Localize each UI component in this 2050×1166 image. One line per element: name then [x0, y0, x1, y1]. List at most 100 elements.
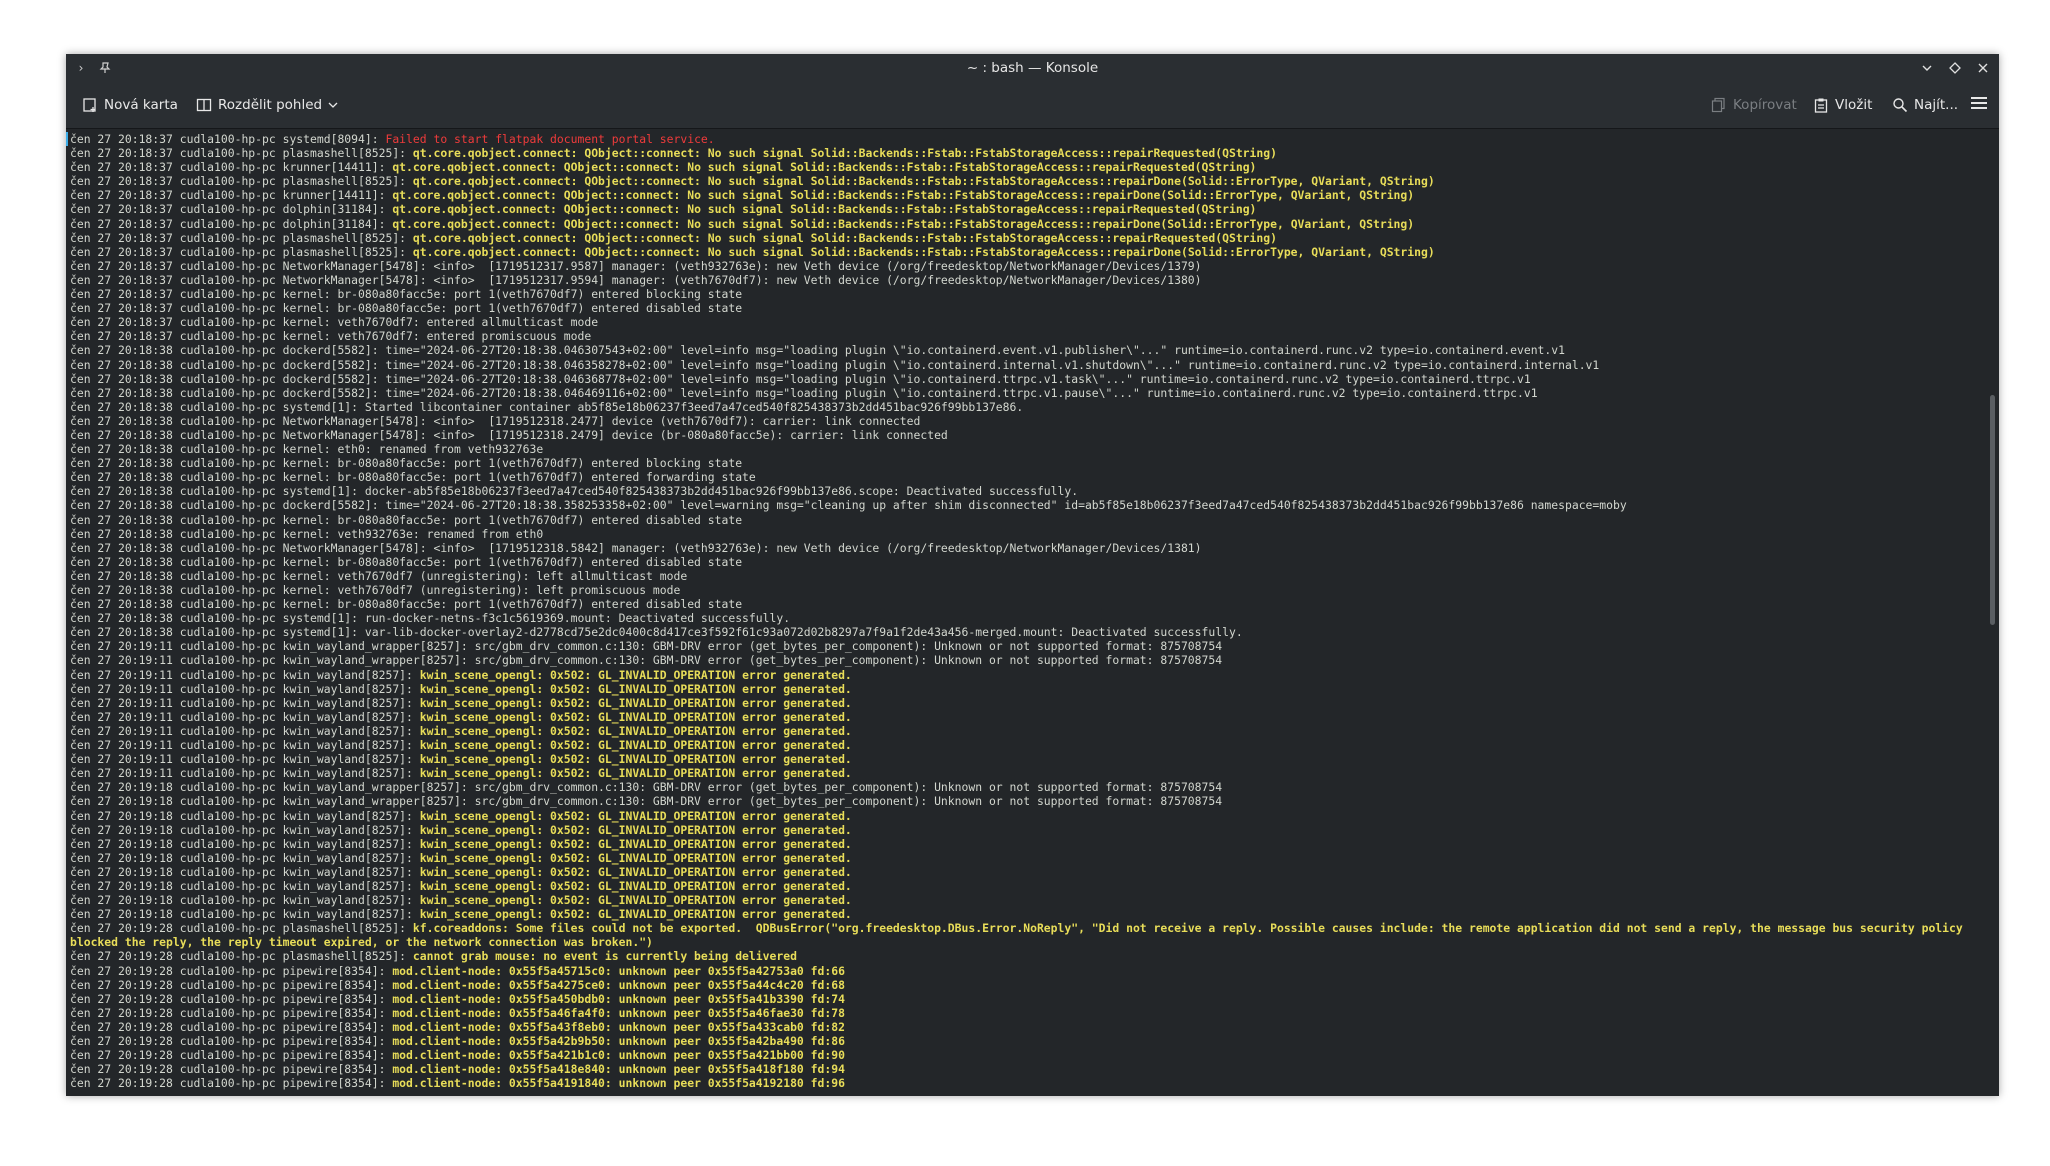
- log-line-prefix: čen 27 20:19:11 cudla100-hp-pc kwin_wayl…: [70, 709, 420, 724]
- log-line: čen 27 20:18:38 cudla100-hp-pc NetworkMa…: [70, 414, 1975, 428]
- log-line-message: qt.core.qobject.connect: QObject::connec…: [392, 216, 1415, 231]
- log-line-message: kwin_scene_opengl: 0x502: GL_INVALID_OPE…: [419, 850, 852, 865]
- split-view-button[interactable]: Rozdělit pohled: [196, 94, 338, 116]
- log-line: čen 27 20:19:11 cudla100-hp-pc kwin_wayl…: [70, 668, 1975, 682]
- search-icon: [1892, 97, 1908, 113]
- paste-button[interactable]: Vložit: [1813, 94, 1872, 116]
- log-line: čen 27 20:18:37 cudla100-hp-pc systemd[8…: [70, 132, 1975, 146]
- log-line: čen 27 20:18:38 cudla100-hp-pc kernel: b…: [70, 456, 1975, 470]
- scrollbar[interactable]: [1987, 129, 1997, 1096]
- log-line-prefix: čen 27 20:19:18 cudla100-hp-pc kwin_wayl…: [70, 893, 420, 908]
- log-line: čen 27 20:19:18 cudla100-hp-pc kwin_wayl…: [70, 879, 1975, 893]
- log-line: čen 27 20:19:11 cudla100-hp-pc kwin_wayl…: [70, 653, 1975, 667]
- log-line: čen 27 20:19:11 cudla100-hp-pc kwin_wayl…: [70, 696, 1975, 710]
- split-view-icon: [196, 97, 212, 113]
- log-line: čen 27 20:19:18 cudla100-hp-pc kwin_wayl…: [70, 893, 1975, 907]
- log-line: čen 27 20:19:28 cudla100-hp-pc pipewire[…: [70, 1034, 1975, 1048]
- log-line-message: kwin_scene_opengl: 0x502: GL_INVALID_OPE…: [419, 752, 852, 767]
- terminal-output[interactable]: čen 27 20:18:37 cudla100-hp-pc systemd[8…: [66, 129, 1999, 1096]
- log-line: čen 27 20:19:28 cudla100-hp-pc pipewire[…: [70, 992, 1975, 1006]
- log-line-prefix: čen 27 20:19:11 cudla100-hp-pc kwin_wayl…: [70, 667, 420, 682]
- log-line-message: kwin_scene_opengl: 0x502: GL_INVALID_OPE…: [419, 864, 852, 879]
- diamond-icon: [1949, 62, 1961, 74]
- log-line: čen 27 20:18:38 cudla100-hp-pc dockerd[5…: [70, 498, 1975, 512]
- log-line: čen 27 20:18:38 cudla100-hp-pc systemd[1…: [70, 400, 1975, 414]
- log-line: čen 27 20:19:11 cudla100-hp-pc kwin_wayl…: [70, 752, 1975, 766]
- log-line-prefix: čen 27 20:19:18 cudla100-hp-pc kwin_wayl…: [70, 780, 1223, 795]
- log-line: čen 27 20:18:38 cudla100-hp-pc dockerd[5…: [70, 386, 1975, 400]
- log-line-prefix: čen 27 20:19:28 cudla100-hp-pc pipewire[…: [70, 1005, 393, 1020]
- log-line: čen 27 20:18:37 cudla100-hp-pc krunner[1…: [70, 160, 1975, 174]
- log-line-prefix: čen 27 20:18:37 cudla100-hp-pc kernel: v…: [70, 329, 592, 344]
- log-line-message: mod.client-node: 0x55f5a45715c0: unknown…: [392, 963, 845, 978]
- close-button[interactable]: [1973, 58, 1993, 78]
- log-line: čen 27 20:19:18 cudla100-hp-pc kwin_wayl…: [70, 823, 1975, 837]
- log-line: čen 27 20:19:18 cudla100-hp-pc kwin_wayl…: [70, 865, 1975, 879]
- log-line-prefix: čen 27 20:19:11 cudla100-hp-pc kwin_wayl…: [70, 695, 420, 710]
- log-line: čen 27 20:19:28 cudla100-hp-pc pipewire[…: [70, 1020, 1975, 1034]
- log-line-prefix: čen 27 20:18:37 cudla100-hp-pc krunner[1…: [70, 188, 393, 203]
- log-line-message: cannot grab mouse: no event is currently…: [412, 949, 797, 964]
- log-line-message: kwin_scene_opengl: 0x502: GL_INVALID_OPE…: [419, 907, 852, 922]
- log-line-message: qt.core.qobject.connect: QObject::connec…: [412, 174, 1435, 189]
- log-line: čen 27 20:19:11 cudla100-hp-pc kwin_wayl…: [70, 639, 1975, 653]
- maximize-button[interactable]: [1945, 58, 1965, 78]
- log-output: čen 27 20:18:37 cudla100-hp-pc systemd[8…: [70, 132, 1975, 1090]
- log-line-message: kwin_scene_opengl: 0x502: GL_INVALID_OPE…: [419, 709, 852, 724]
- find-button[interactable]: Najít...: [1892, 94, 1958, 116]
- log-line-message: mod.client-node: 0x55f5a418e840: unknown…: [392, 1062, 845, 1077]
- log-line-message: kwin_scene_opengl: 0x502: GL_INVALID_OPE…: [419, 695, 852, 710]
- log-line: čen 27 20:19:28 cudla100-hp-pc plasmashe…: [70, 921, 1975, 949]
- log-line-prefix: čen 27 20:18:38 cudla100-hp-pc NetworkMa…: [70, 540, 1202, 555]
- log-line-prefix: čen 27 20:19:18 cudla100-hp-pc kwin_wayl…: [70, 878, 420, 893]
- log-line-prefix: čen 27 20:19:28 cudla100-hp-pc pipewire[…: [70, 1019, 393, 1034]
- log-line: čen 27 20:19:28 cudla100-hp-pc pipewire[…: [70, 1048, 1975, 1062]
- log-line: čen 27 20:18:37 cudla100-hp-pc kernel: b…: [70, 301, 1975, 315]
- log-line: čen 27 20:18:38 cudla100-hp-pc kernel: v…: [70, 569, 1975, 583]
- scrollbar-thumb[interactable]: [1990, 395, 1995, 625]
- log-line: čen 27 20:18:38 cudla100-hp-pc systemd[1…: [70, 625, 1975, 639]
- log-line-prefix: čen 27 20:19:28 cudla100-hp-pc plasmashe…: [70, 921, 413, 936]
- copy-button[interactable]: Kopírovat: [1711, 94, 1797, 116]
- title-bar[interactable]: › ~ : bash — Konsole: [66, 54, 1999, 82]
- log-line-prefix: čen 27 20:18:38 cudla100-hp-pc systemd[1…: [70, 484, 1079, 499]
- new-tab-button[interactable]: Nová karta: [82, 94, 178, 116]
- log-line-message: kwin_scene_opengl: 0x502: GL_INVALID_OPE…: [419, 893, 852, 908]
- log-line-prefix: čen 27 20:19:18 cudla100-hp-pc kwin_wayl…: [70, 850, 420, 865]
- log-line-prefix: čen 27 20:19:11 cudla100-hp-pc kwin_wayl…: [70, 639, 1223, 654]
- log-line: čen 27 20:19:18 cudla100-hp-pc kwin_wayl…: [70, 780, 1975, 794]
- log-line-prefix: čen 27 20:18:37 cudla100-hp-pc krunner[1…: [70, 160, 393, 175]
- log-line-prefix: čen 27 20:18:37 cudla100-hp-pc NetworkMa…: [70, 258, 1202, 273]
- log-line-message: mod.client-node: 0x55f5a4275ce0: unknown…: [392, 977, 845, 992]
- minimize-button[interactable]: [1917, 58, 1937, 78]
- log-line: čen 27 20:18:37 cudla100-hp-pc dolphin[3…: [70, 202, 1975, 216]
- log-line: čen 27 20:19:28 cudla100-hp-pc pipewire[…: [70, 1076, 1975, 1090]
- log-line-message: mod.client-node: 0x55f5a450bdb0: unknown…: [392, 991, 845, 1006]
- log-line-message: mod.client-node: 0x55f5a43f8eb0: unknown…: [392, 1019, 845, 1034]
- log-line-prefix: čen 27 20:19:28 cudla100-hp-pc pipewire[…: [70, 977, 393, 992]
- log-line-prefix: čen 27 20:18:37 cudla100-hp-pc dolphin[3…: [70, 216, 393, 231]
- hamburger-menu-icon[interactable]: [1971, 97, 1987, 112]
- log-line-prefix: čen 27 20:19:11 cudla100-hp-pc kwin_wayl…: [70, 653, 1223, 668]
- log-line: čen 27 20:18:37 cudla100-hp-pc plasmashe…: [70, 245, 1975, 259]
- log-line: čen 27 20:18:38 cudla100-hp-pc kernel: b…: [70, 555, 1975, 569]
- log-line-message: kwin_scene_opengl: 0x502: GL_INVALID_OPE…: [419, 738, 852, 753]
- log-line: čen 27 20:18:37 cudla100-hp-pc plasmashe…: [70, 146, 1975, 160]
- log-line: čen 27 20:18:37 cudla100-hp-pc krunner[1…: [70, 188, 1975, 202]
- log-line: čen 27 20:19:11 cudla100-hp-pc kwin_wayl…: [70, 738, 1975, 752]
- log-line-prefix: čen 27 20:18:38 cudla100-hp-pc dockerd[5…: [70, 385, 1538, 400]
- find-label: Najít...: [1914, 97, 1959, 113]
- log-line-message: kwin_scene_opengl: 0x502: GL_INVALID_OPE…: [419, 667, 852, 682]
- log-line-prefix: čen 27 20:18:38 cudla100-hp-pc kernel: v…: [70, 526, 544, 541]
- log-line-prefix: čen 27 20:19:11 cudla100-hp-pc kwin_wayl…: [70, 738, 420, 753]
- log-line: čen 27 20:18:38 cudla100-hp-pc kernel: b…: [70, 597, 1975, 611]
- log-line-message: kwin_scene_opengl: 0x502: GL_INVALID_OPE…: [419, 836, 852, 851]
- log-line-message: kwin_scene_opengl: 0x502: GL_INVALID_OPE…: [419, 723, 852, 738]
- log-line-prefix: čen 27 20:19:28 cudla100-hp-pc plasmashe…: [70, 949, 413, 964]
- log-line-prefix: čen 27 20:18:38 cudla100-hp-pc kernel: b…: [70, 597, 743, 612]
- log-line-message: qt.core.qobject.connect: QObject::connec…: [412, 230, 1277, 245]
- log-line-prefix: čen 27 20:18:37 cudla100-hp-pc systemd[8…: [70, 132, 386, 146]
- log-line-prefix: čen 27 20:18:38 cudla100-hp-pc kernel: b…: [70, 470, 756, 485]
- log-line-message: kwin_scene_opengl: 0x502: GL_INVALID_OPE…: [419, 808, 852, 823]
- log-line-prefix: čen 27 20:18:38 cudla100-hp-pc kernel: b…: [70, 512, 743, 527]
